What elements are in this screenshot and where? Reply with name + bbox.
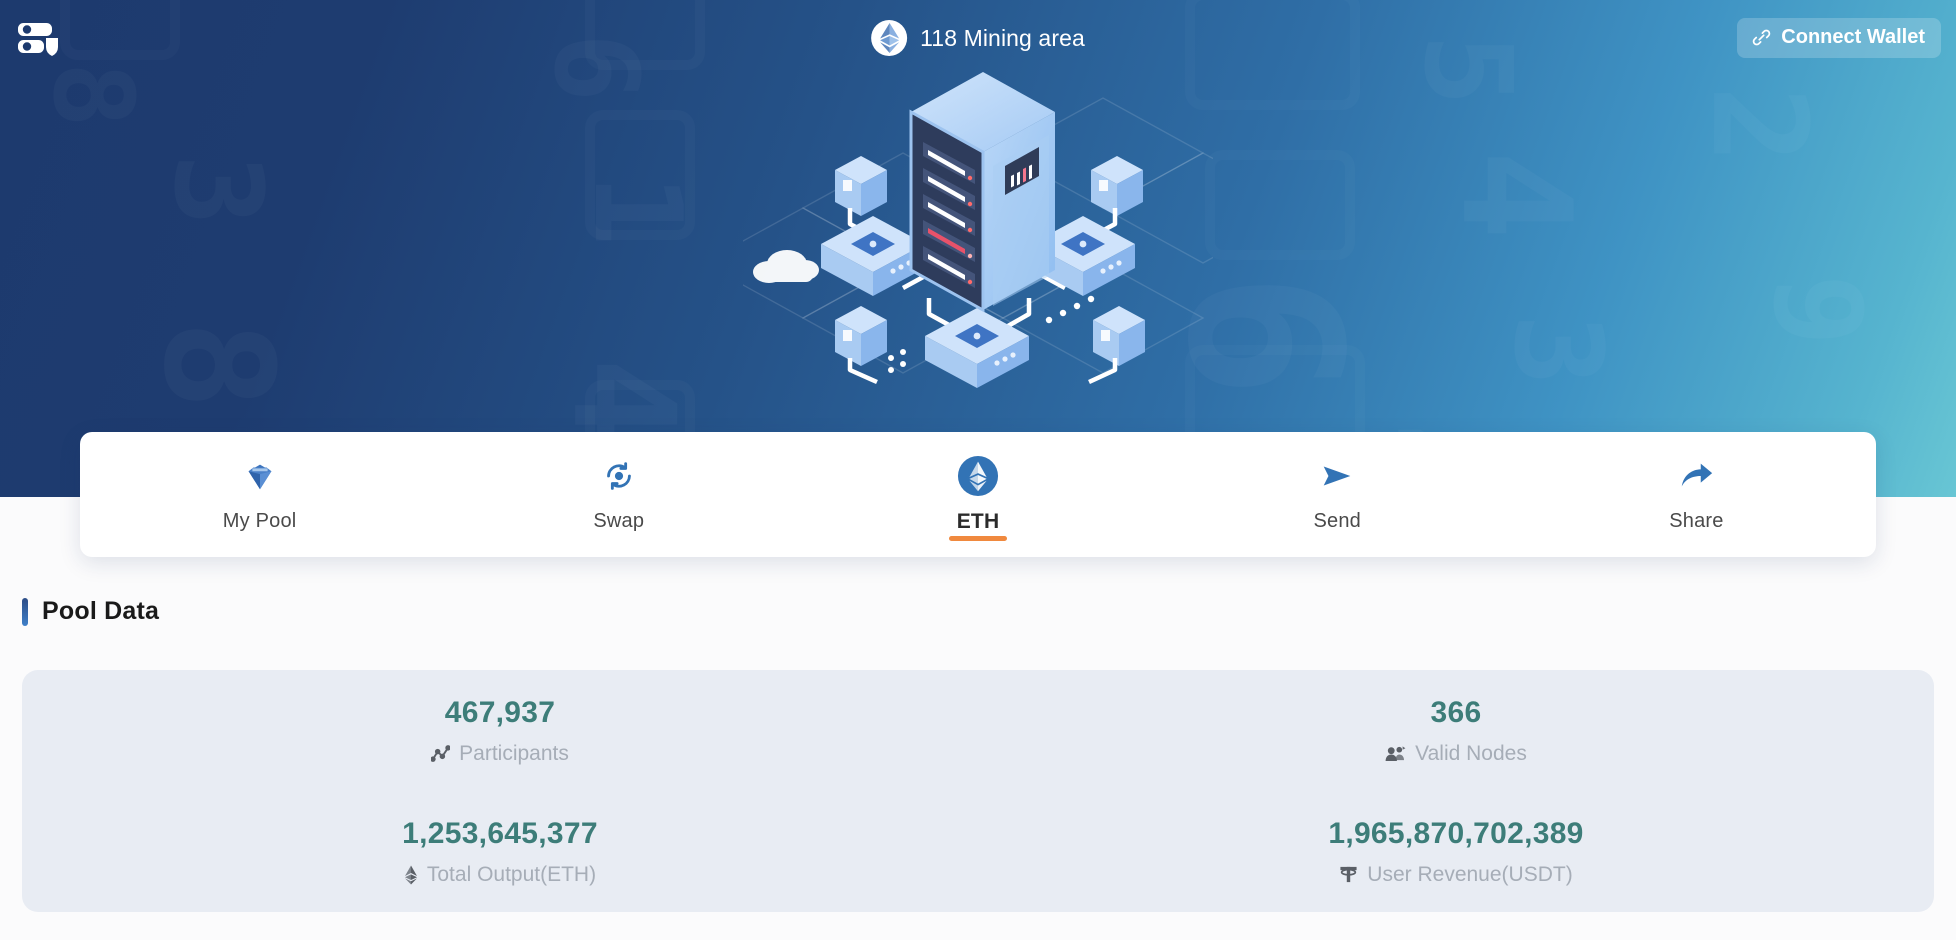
page-title: 118 Mining area bbox=[920, 24, 1085, 51]
top-bar: 118 Mining area Connect Wallet bbox=[0, 0, 1956, 80]
stat-participants: 467,937 Participants bbox=[22, 696, 978, 766]
primary-tab-bar: My Pool Swap ETH Send Share bbox=[80, 432, 1876, 557]
section-accent-bar bbox=[22, 597, 28, 626]
brand-header: 118 Mining area bbox=[871, 20, 1085, 56]
section-title: Pool Data bbox=[42, 597, 160, 625]
server-shield-icon bbox=[18, 23, 58, 56]
tab-label: Share bbox=[1669, 510, 1724, 532]
stat-label-row: Participants bbox=[431, 742, 569, 766]
tab-label: My Pool bbox=[222, 510, 297, 532]
stat-value: 467,937 bbox=[444, 695, 556, 729]
pool-data-stats-panel: 467,937 Participants 366 Valid Nodes 1,2… bbox=[22, 670, 1934, 912]
stat-label-row: User Revenue(USDT) bbox=[1339, 862, 1573, 887]
mining-pool-page: 8 3 8 6 8 6 1 4 5 4 3 4 6 2 9 bbox=[0, 0, 1956, 940]
isometric-server-illustration bbox=[743, 72, 1213, 388]
connect-wallet-button[interactable]: Connect Wallet bbox=[1737, 18, 1941, 58]
tab-eth[interactable]: ETH bbox=[798, 432, 1157, 557]
send-arrow-icon bbox=[1317, 456, 1357, 496]
chart-line-icon bbox=[431, 745, 451, 762]
stat-label: User Revenue(USDT) bbox=[1367, 862, 1573, 886]
tab-my-pool[interactable]: My Pool bbox=[80, 432, 439, 557]
link-chain-icon bbox=[1753, 29, 1771, 46]
diamond-icon bbox=[241, 456, 279, 496]
ethereum-icon bbox=[957, 455, 999, 496]
tab-label: ETH bbox=[956, 509, 1000, 533]
stat-value: 1,965,870,702,389 bbox=[1328, 816, 1584, 850]
stat-label-row: Total Output(ETH) bbox=[404, 863, 596, 887]
active-tab-indicator bbox=[949, 536, 1007, 541]
ethereum-icon bbox=[871, 20, 908, 56]
tether-icon bbox=[1339, 865, 1358, 884]
tab-share[interactable]: Share bbox=[1517, 432, 1876, 557]
connect-wallet-label: Connect Wallet bbox=[1781, 26, 1925, 48]
stat-label: Valid Nodes bbox=[1415, 741, 1527, 765]
share-arrow-icon bbox=[1676, 456, 1716, 496]
stat-label: Total Output(ETH) bbox=[426, 862, 597, 886]
tab-label: Swap bbox=[593, 510, 645, 532]
hero-banner: 8 3 8 6 8 6 1 4 5 4 3 4 6 2 9 bbox=[0, 0, 1956, 497]
tab-label: Send bbox=[1313, 510, 1361, 532]
tab-swap[interactable]: Swap bbox=[439, 432, 798, 557]
pool-data-header: Pool Data bbox=[22, 597, 159, 626]
stat-user-revenue: 1,965,870,702,389 User Revenue(USDT) bbox=[978, 817, 1934, 887]
stat-value: 1,253,645,377 bbox=[402, 816, 598, 850]
stat-total-output: 1,253,645,377 Total Output(ETH) bbox=[22, 817, 978, 887]
swap-circular-arrows-icon bbox=[600, 456, 638, 496]
app-logo[interactable] bbox=[12, 16, 64, 60]
people-group-icon bbox=[1385, 745, 1406, 762]
stat-valid-nodes: 366 Valid Nodes bbox=[978, 696, 1934, 766]
ethereum-diamond-icon bbox=[404, 865, 418, 885]
stat-label-row: Valid Nodes bbox=[1385, 742, 1527, 766]
stat-value: 366 bbox=[1430, 695, 1482, 729]
tab-send[interactable]: Send bbox=[1158, 432, 1517, 557]
stat-label: Participants bbox=[459, 741, 569, 765]
